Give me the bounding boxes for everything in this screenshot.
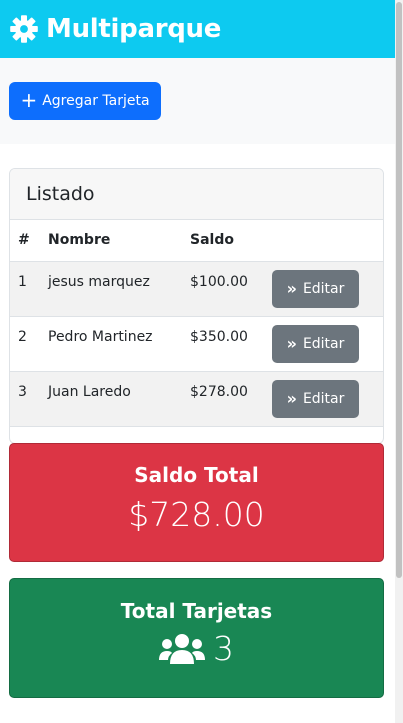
edit-button[interactable]: » Editar [272,324,359,363]
edit-label: Editar [302,335,345,352]
listado-card: Listado # Nombre Saldo 1 jesus marquez $… [9,168,384,444]
saldo-total-title: Saldo Total [134,463,259,487]
row-saldo: $100.00 [182,261,264,317]
edit-label: Editar [302,280,345,297]
plus-icon: + [20,88,38,112]
row-actions: » Editar [264,261,383,317]
total-tarjetas-card: Total Tarjetas 3 [9,578,384,698]
scrollbar-thumb[interactable] [396,2,402,578]
scrollbar[interactable] [395,0,403,723]
gear-icon[interactable] [9,14,39,44]
table-header-row: # Nombre Saldo [10,220,383,262]
row-actions: » Editar [264,316,383,372]
users-icon [159,633,205,664]
navbar: Multiparque [0,0,395,58]
cards-table: # Nombre Saldo 1 jesus marquez $100.00 »… [10,220,383,427]
double-chevron-right-icon: » [286,334,297,353]
edit-button[interactable]: » Editar [272,269,359,308]
saldo-total-value: $728.00 [128,495,265,534]
row-nombre: Pedro Martinez [40,316,182,372]
column-header-number: # [10,220,40,262]
total-tarjetas-title: Total Tarjetas [120,599,273,623]
listado-title: Listado [10,169,383,220]
row-actions: » Editar [264,371,383,427]
column-header-saldo: Saldo [182,220,264,262]
table-row: 2 Pedro Martinez $350.00 » Editar [10,316,383,372]
add-card-button[interactable]: + Agregar Tarjeta [9,82,161,120]
edit-label: Editar [302,390,345,407]
row-saldo: $278.00 [182,371,264,427]
row-nombre: Juan Laredo [40,371,182,427]
row-number: 1 [10,261,40,317]
table-row: 1 jesus marquez $100.00 » Editar [10,261,383,317]
row-number: 2 [10,316,40,372]
row-number: 3 [10,371,40,427]
table-row: 3 Juan Laredo $278.00 » Editar [10,371,383,427]
total-tarjetas-value: 3 [213,629,234,668]
saldo-total-card: Saldo Total $728.00 [9,443,384,562]
row-nombre: jesus marquez [40,261,182,317]
add-card-label: Agregar Tarjeta [42,93,150,109]
edit-button[interactable]: » Editar [272,379,359,418]
column-header-nombre: Nombre [40,220,182,262]
double-chevron-right-icon: » [286,389,297,408]
row-saldo: $350.00 [182,316,264,372]
double-chevron-right-icon: » [286,279,297,298]
column-header-actions [264,220,383,262]
brand-title[interactable]: Multiparque [46,14,221,44]
toolbar: + Agregar Tarjeta [0,58,395,144]
